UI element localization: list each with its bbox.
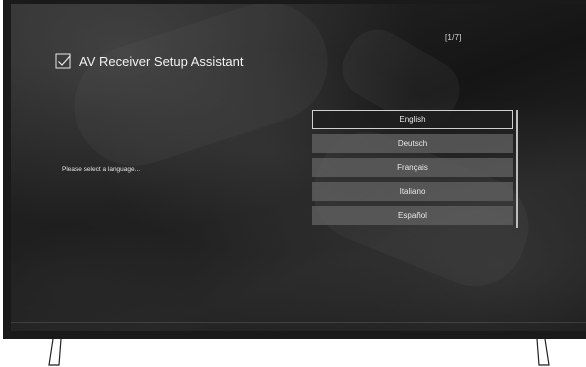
screen-divider <box>11 322 586 323</box>
title-row: AV Receiver Setup Assistant <box>55 53 244 69</box>
language-option-espanol[interactable]: Español <box>312 206 513 225</box>
page-title: AV Receiver Setup Assistant <box>79 53 244 69</box>
checkbox-check-icon <box>55 53 71 69</box>
language-option-italiano[interactable]: Italiano <box>312 182 513 201</box>
language-prompt: Please select a language... <box>62 166 141 173</box>
tv-leg-left <box>48 339 62 366</box>
language-option-francais[interactable]: Français <box>312 158 513 177</box>
language-option-english[interactable]: English <box>312 110 513 129</box>
page-counter: [1/7] <box>445 33 462 42</box>
background-photo-shape <box>58 4 344 182</box>
tv-leg-right <box>536 339 550 366</box>
tv-scene: [1/7] AV Receiver Setup Assistant Please… <box>0 0 586 367</box>
language-option-deutsch[interactable]: Deutsch <box>312 134 513 153</box>
language-list-scrollbar[interactable] <box>516 110 518 228</box>
language-list: English Deutsch Français Italiano Españo… <box>312 110 513 230</box>
